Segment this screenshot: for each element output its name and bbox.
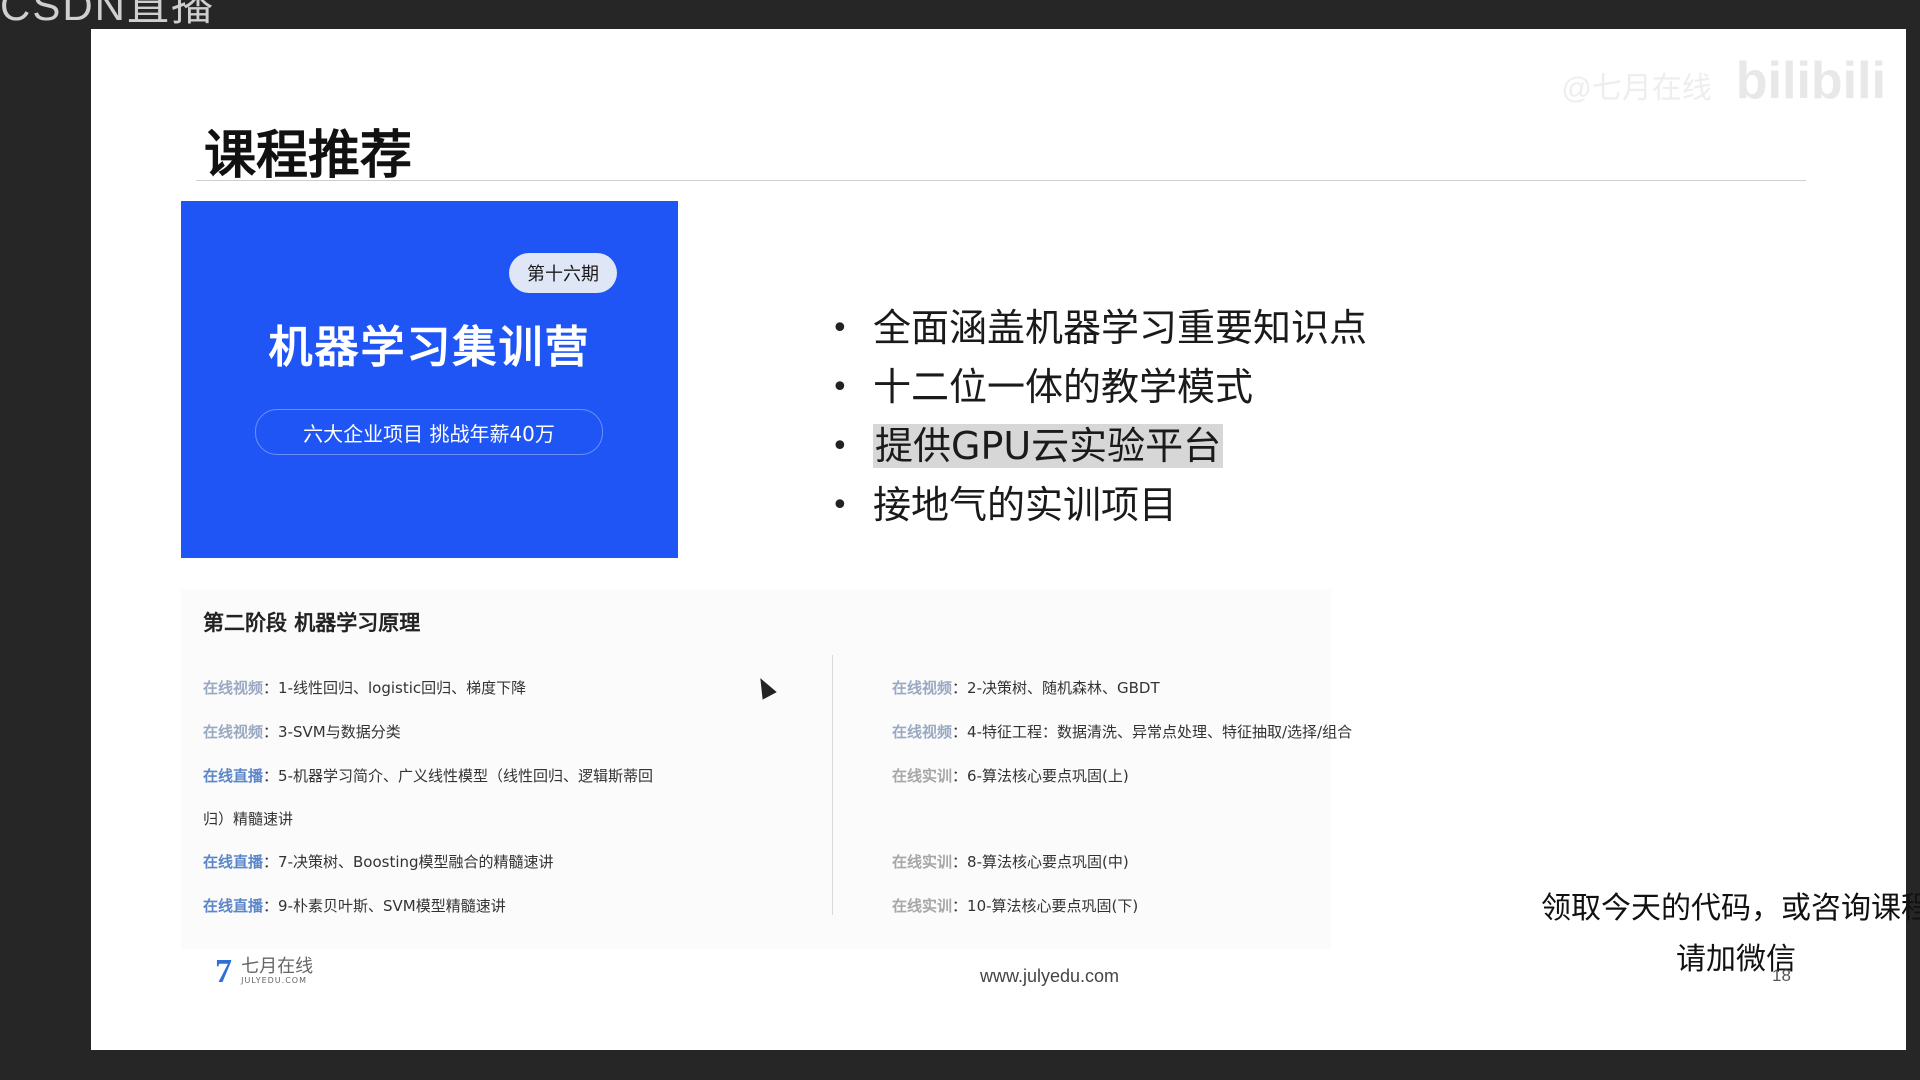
entry-text: 6-算法核心要点巩固(上) xyxy=(967,767,1129,785)
bilibili-watermark: @七月在线 bilibili xyxy=(1561,51,1886,111)
feature-item: • 十二位一体的教学模式 xyxy=(831,358,1367,417)
feature-item: • 全面涵盖机器学习重要知识点 xyxy=(831,299,1367,358)
entry-text: 10-算法核心要点巩固(下) xyxy=(967,897,1139,915)
entry-tag: 在线视频 xyxy=(892,679,953,697)
cohort-badge: 第十六期 xyxy=(509,253,617,293)
presentation-slide: @七月在线 bilibili 课程推荐 第十六期 机器学习集训营 六大企业项目 挑… xyxy=(91,29,1920,1050)
curriculum-entry-continued: 归）精髓速讲 xyxy=(203,808,293,830)
contact-line: 领取今天的代码，或咨询课程 xyxy=(1541,891,1920,926)
curriculum-entry: 在线视频：4-特征工程：数据清洗、异常点处理、特征抽取/选择/组合 xyxy=(892,723,1353,741)
curriculum-stage: 第二阶段 机器学习原理 在线视频：1-线性回归、logistic回归、梯度下降 … xyxy=(181,589,1352,949)
feature-text: 全面涵盖机器学习重要知识点 xyxy=(873,306,1368,350)
page-number: 18 xyxy=(1772,966,1791,985)
curriculum-entry: 在线直播：7-决策树、Boosting模型融合的精髓速讲 xyxy=(203,853,554,871)
watermark-brand: bilibili xyxy=(1735,52,1886,110)
contact-line: 请加微信 xyxy=(1676,942,1796,977)
feature-text: 十二位一体的教学模式 xyxy=(873,365,1254,409)
entry-text: 归）精髓速讲 xyxy=(203,810,294,828)
course-banner: 第十六期 机器学习集训营 六大企业项目 挑战年薪40万 xyxy=(181,201,678,558)
csdn-live-logo: CSDN直播 xyxy=(0,0,216,29)
curriculum-entry: 在线视频：1-线性回归、logistic回归、梯度下降 xyxy=(203,679,527,697)
logo-text: 七月在线 JULYEDU.COM xyxy=(241,958,313,986)
curriculum-entry: 在线实训：6-算法核心要点巩固(上) xyxy=(892,767,1129,785)
entry-text: 7-决策树、Boosting模型融合的精髓速讲 xyxy=(278,853,554,871)
entry-text: 9-朴素贝叶斯、SVM模型精髓速讲 xyxy=(278,897,506,915)
bullet-dot-icon: • xyxy=(831,370,849,405)
julyedu-logo: 7 七月在线 JULYEDU.COM xyxy=(215,953,313,991)
entry-tag: 在线直播 xyxy=(203,767,264,785)
entry-tag: 在线视频 xyxy=(203,723,264,741)
logo-cn: 七月在线 xyxy=(241,956,314,977)
entry-text: 3-SVM与数据分类 xyxy=(278,723,401,741)
curriculum-entry: 在线视频：3-SVM与数据分类 xyxy=(203,723,401,741)
footer-url: www.julyedu.com xyxy=(980,966,1120,986)
entry-text: 8-算法核心要点巩固(中) xyxy=(967,853,1129,871)
entry-tag: 在线视频 xyxy=(892,723,953,741)
curriculum-entry: 在线直播：5-机器学习简介、广义线性模型（线性回归、逻辑斯蒂回 xyxy=(203,767,653,785)
entry-tag: 在线实训 xyxy=(892,853,953,871)
entry-tag: 在线视频 xyxy=(203,679,264,697)
curriculum-entry: 在线视频：2-决策树、随机森林、GBDT xyxy=(892,679,1160,697)
column-divider xyxy=(832,655,833,915)
logo-en: JULYEDU.COM xyxy=(241,976,307,985)
contact-note: 领取今天的代码，或咨询课程 请加微信 xyxy=(1446,883,1920,985)
entry-tag: 在线实训 xyxy=(892,767,953,785)
curriculum-entry: 在线实训：8-算法核心要点巩固(中) xyxy=(892,853,1129,871)
feature-item: • 接地气的实训项目 xyxy=(831,476,1367,535)
feature-text: 提供GPU云实验平台 xyxy=(873,424,1224,468)
bullet-dot-icon: • xyxy=(831,311,849,346)
stage-title: 第二阶段 机器学习原理 xyxy=(203,611,421,635)
bullet-dot-icon: • xyxy=(831,429,849,464)
feature-text: 接地气的实训项目 xyxy=(873,483,1178,527)
entry-tag: 在线直播 xyxy=(203,853,264,871)
title-divider xyxy=(196,180,1806,181)
bullet-dot-icon: • xyxy=(831,488,849,523)
slide-title: 课程推荐 xyxy=(204,126,413,186)
logo-mark-icon: 7 xyxy=(215,953,232,990)
entry-text: 2-决策树、随机森林、GBDT xyxy=(967,679,1160,697)
entry-text: 5-机器学习简介、广义线性模型（线性回归、逻辑斯蒂回 xyxy=(278,767,653,785)
feature-item-highlighted: • 提供GPU云实验平台 xyxy=(831,417,1367,476)
entry-text: 1-线性回归、logistic回归、梯度下降 xyxy=(278,679,527,697)
entry-tag: 在线直播 xyxy=(203,897,264,915)
watermark-uploader: @七月在线 xyxy=(1561,72,1712,105)
entry-tag: 在线实训 xyxy=(892,897,953,915)
curriculum-entry: 在线直播：9-朴素贝叶斯、SVM模型精髓速讲 xyxy=(203,897,506,915)
entry-text: 4-特征工程：数据清洗、异常点处理、特征抽取/选择/组合 xyxy=(967,723,1353,741)
feature-list: • 全面涵盖机器学习重要知识点 • 十二位一体的教学模式 • 提供GPU云实验平台 •… xyxy=(831,299,1367,535)
curriculum-entry: 在线实训：10-算法核心要点巩固(下) xyxy=(892,897,1139,915)
banner-subtitle: 六大企业项目 挑战年薪40万 xyxy=(255,409,603,455)
banner-title: 机器学习集训营 xyxy=(268,322,591,373)
